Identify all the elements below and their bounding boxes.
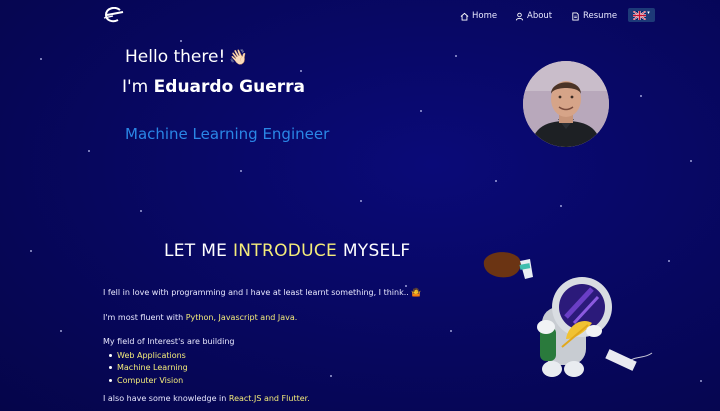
about-line-4-prefix: I also have some knowledge in (103, 394, 227, 403)
intro-prefix: I'm (122, 77, 149, 97)
nav-about[interactable]: About (515, 9, 552, 23)
nav-home-label: Home (472, 11, 498, 21)
uk-flag-icon (633, 10, 647, 20)
about-line-2-highlight: Python, Javascript and Java. (185, 313, 298, 322)
intro-name: I'm Eduardo Guerra (122, 77, 305, 97)
document-icon (572, 11, 579, 21)
about-line-1-text: I fell in love with programming and I ha… (103, 288, 409, 297)
about-line-3: My field of Interest's are building (103, 337, 235, 346)
waving-hand-icon: 👋🏻 (229, 48, 248, 66)
chevron-down-icon: ▾ (647, 9, 650, 16)
role-title: Machine Learning Engineer (125, 125, 330, 143)
list-item: Machine Learning (109, 362, 188, 375)
about-line-1: I fell in love with programming and I ha… (103, 288, 421, 297)
title-suffix: MYSELF (342, 241, 411, 261)
title-prefix: LET ME (164, 241, 228, 261)
interests-list: Web Applications Machine Learning Comput… (109, 349, 188, 387)
nav-resume[interactable]: Resume (571, 9, 617, 23)
nav-about-label: About (527, 11, 553, 21)
astronaut-illustration (483, 252, 653, 377)
shrug-icon: 🤷 (411, 288, 422, 297)
title-highlight: INTRODUCE (232, 241, 338, 261)
greeting: Hello there! 👋🏻 (125, 47, 248, 67)
about-line-4: I also have some knowledge in React.JS a… (103, 394, 310, 403)
nav-resume-label: Resume (583, 11, 618, 21)
about-line-2-prefix: I'm most fluent with (103, 313, 184, 322)
person-name: Eduardo Guerra (153, 77, 305, 97)
logo-icon[interactable] (103, 6, 125, 23)
list-item: Web Applications (109, 349, 188, 362)
list-item: Computer Vision (109, 374, 188, 387)
home-icon (460, 12, 469, 21)
nav-home[interactable]: Home (460, 9, 497, 23)
user-icon (515, 12, 524, 21)
language-selector[interactable]: ▾ (628, 8, 655, 22)
about-line-2: I'm most fluent with Python, Javascript … (103, 313, 297, 322)
avatar (523, 61, 609, 147)
navbar: Home About Resume ▾ (0, 0, 720, 30)
section-title: LET ME INTRODUCE MYSELF (164, 241, 410, 261)
greeting-text: Hello there! (125, 47, 226, 67)
about-line-4-highlight: React.JS and Flutter. (228, 394, 310, 403)
